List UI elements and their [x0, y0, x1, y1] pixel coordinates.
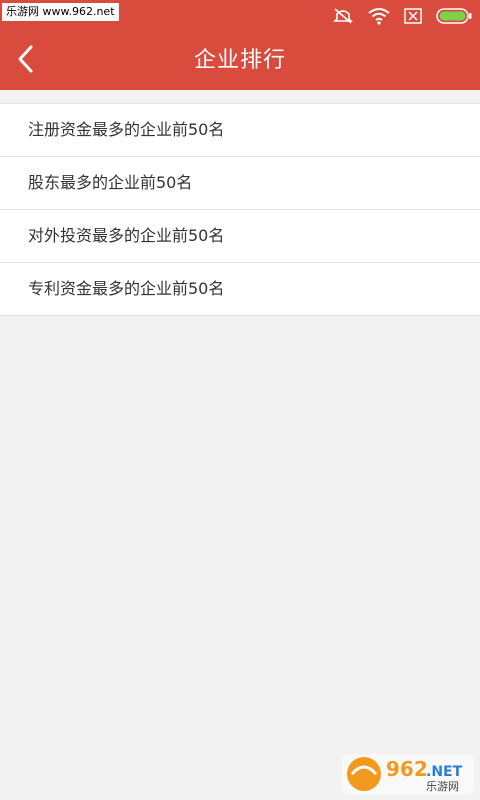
logo-number: 962 [386, 757, 428, 781]
site-logo-watermark: 962 .NET 乐游网 [342, 752, 474, 796]
status-icons [332, 5, 472, 27]
screen: 乐游网 www.962.net 企业排行 注册资金最多的企业前50名 股东最多的… [0, 0, 480, 800]
app-header: 企业排行 [0, 32, 480, 90]
logo-suffix: .NET [426, 764, 463, 780]
sim-off-icon [404, 8, 422, 24]
status-bar: 乐游网 www.962.net [0, 0, 480, 32]
list-item-patent-capital[interactable]: 专利资金最多的企业前50名 [0, 263, 480, 315]
wifi-icon [368, 7, 390, 25]
site-watermark: 乐游网 www.962.net [2, 3, 119, 21]
logo-text: 乐游网 [426, 780, 459, 793]
mute-icon [332, 6, 354, 26]
ranking-list: 注册资金最多的企业前50名 股东最多的企业前50名 对外投资最多的企业前50名 … [0, 103, 480, 316]
list-item-shareholders[interactable]: 股东最多的企业前50名 [0, 157, 480, 210]
battery-icon [436, 8, 472, 24]
list-item-registered-capital[interactable]: 注册资金最多的企业前50名 [0, 104, 480, 157]
list-item-outbound-investment[interactable]: 对外投资最多的企业前50名 [0, 210, 480, 263]
page-title: 企业排行 [193, 48, 286, 73]
